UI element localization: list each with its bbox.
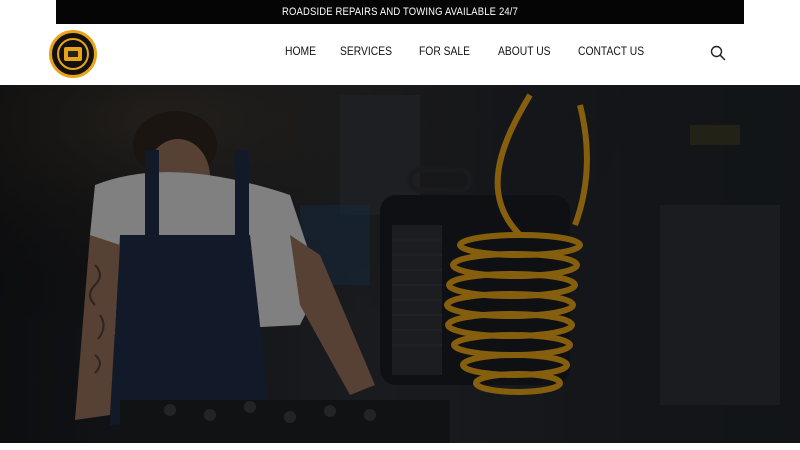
announcement-bar: ROADSIDE REPAIRS AND TOWING AVAILABLE 24…: [56, 0, 744, 24]
page-bottom-strip: [0, 443, 800, 450]
nav-contact-us[interactable]: CONTACT US: [578, 44, 644, 58]
site-header: HOME SERVICES FOR SALE ABOUT US CONTACT …: [0, 24, 800, 85]
search-icon: [710, 45, 726, 61]
company-logo[interactable]: [49, 30, 97, 78]
nav-services[interactable]: SERVICES: [340, 44, 392, 58]
nav-about-us[interactable]: ABOUT US: [498, 44, 551, 58]
announcement-text: ROADSIDE REPAIRS AND TOWING AVAILABLE 24…: [281, 6, 519, 18]
nav-for-sale[interactable]: FOR SALE: [419, 44, 470, 58]
main-navigation: HOME SERVICES FOR SALE ABOUT US CONTACT …: [285, 44, 674, 58]
hero-image: [0, 85, 800, 443]
mechanic-workshop-photo: [0, 85, 800, 443]
nav-home[interactable]: HOME: [285, 44, 316, 58]
logo-emblem: [64, 47, 82, 61]
search-button[interactable]: [710, 45, 726, 61]
